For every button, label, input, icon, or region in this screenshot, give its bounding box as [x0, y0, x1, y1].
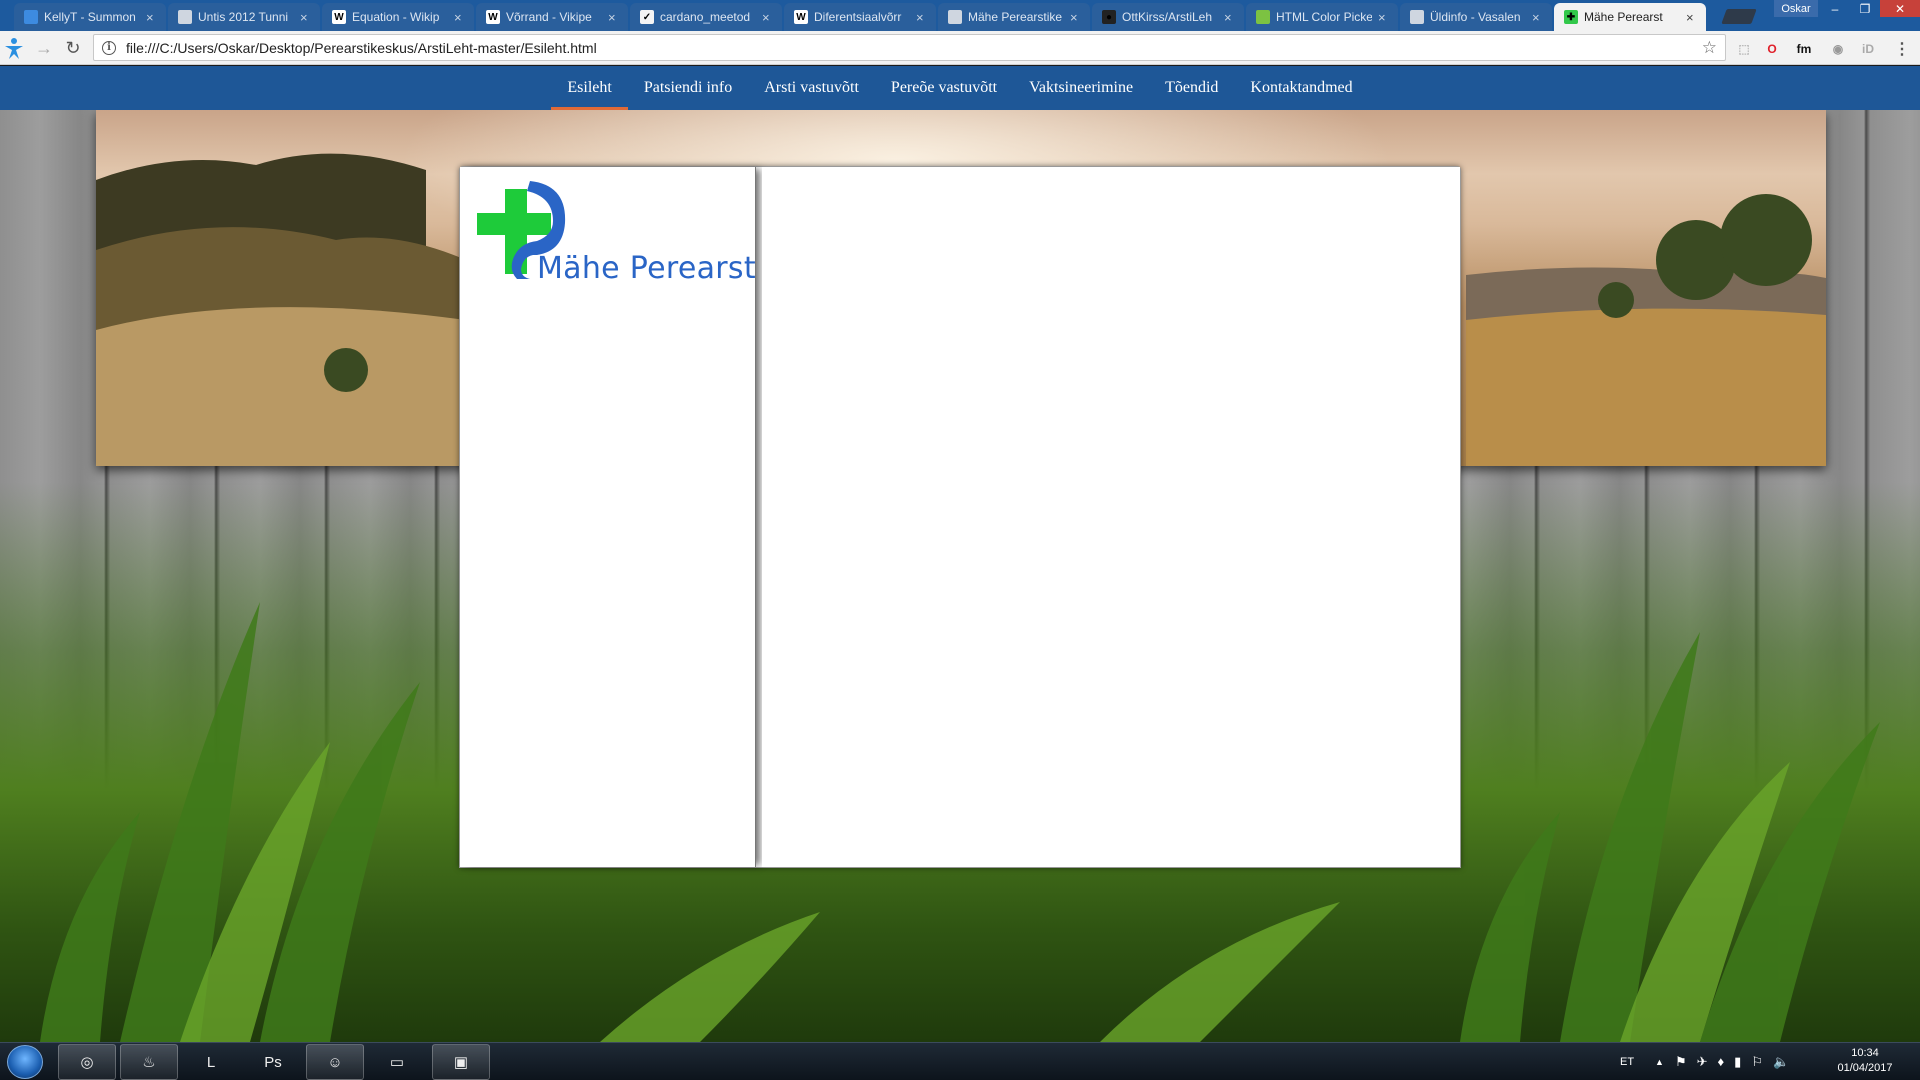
- tab-close-icon[interactable]: ×: [1532, 10, 1544, 25]
- profile-button[interactable]: Oskar: [1774, 0, 1818, 17]
- tab-close-icon[interactable]: ×: [762, 10, 774, 25]
- nav-link[interactable]: Patsiendi info: [628, 66, 748, 110]
- tab-favicon-icon: ✓: [640, 10, 654, 24]
- tab-favicon-icon: [948, 10, 962, 24]
- nav-link[interactable]: Tõendid: [1149, 66, 1234, 110]
- reload-button[interactable]: ↻: [61, 36, 85, 60]
- tab-close-icon[interactable]: ×: [916, 10, 928, 25]
- browser-tab[interactable]: Mähe Perearstike ×: [938, 3, 1090, 31]
- browser-tab[interactable]: W Võrrand - Vikipe ×: [476, 3, 628, 31]
- nav-link[interactable]: Esileht: [551, 66, 629, 110]
- tab-close-icon[interactable]: ×: [1686, 10, 1698, 25]
- tab-favicon-icon: [24, 10, 38, 24]
- nav-link[interactable]: Arsti vastuvõtt: [748, 66, 875, 110]
- tab-label: Üldinfo - Vasalen: [1430, 10, 1521, 24]
- info-icon[interactable]: i: [102, 40, 116, 55]
- tab-favicon-icon: [1410, 10, 1424, 24]
- restore-button[interactable]: ❐: [1850, 0, 1880, 17]
- clock-date: 01/04/2017: [1837, 1062, 1893, 1074]
- tab-favicon-icon: W: [794, 10, 808, 24]
- tab-label: Mähe Perearst: [1584, 10, 1663, 24]
- tab-favicon-icon: [178, 10, 192, 24]
- main-content-area: [762, 167, 1460, 867]
- address-url[interactable]: file:///C:/Users/Oskar/Desktop/Perearsti…: [126, 40, 1702, 56]
- browser-tab[interactable]: KellyT - Summon ×: [14, 3, 166, 31]
- logo-text: Mähe Perearst: [537, 251, 756, 286]
- chrome-icon[interactable]: ◎: [58, 1044, 116, 1080]
- minimize-button[interactable]: –: [1820, 0, 1850, 17]
- photoshop-icon[interactable]: Ps: [244, 1044, 302, 1080]
- tab-label: Untis 2012 Tunni: [198, 10, 289, 24]
- tab-close-icon[interactable]: ×: [300, 10, 312, 25]
- clinic-logo[interactable]: Mähe Perearst: [475, 179, 756, 286]
- browser-menu-icon[interactable]: ⋮: [1892, 39, 1912, 59]
- tab-close-icon[interactable]: ×: [146, 10, 158, 25]
- toolbar: → ↻ i file:///C:/Users/Oskar/Desktop/Per…: [0, 31, 1920, 65]
- tab-favicon-icon: [1256, 10, 1270, 24]
- id-icon[interactable]: iD: [1858, 39, 1878, 59]
- window-close-button[interactable]: ✕: [1880, 0, 1920, 17]
- tab-label: cardano_meetod: [660, 10, 751, 24]
- browser-tab[interactable]: Üldinfo - Vasalen ×: [1400, 3, 1552, 31]
- tab-close-icon[interactable]: ×: [454, 10, 466, 25]
- tab-strip: KellyT - Summon × Untis 2012 Tunni × W Equati…: [0, 0, 1920, 31]
- browser-tab[interactable]: ● OttKirss/ArstiLeh ×: [1092, 3, 1244, 31]
- tab-favicon-icon: ●: [1102, 10, 1116, 24]
- extension-puzzle-icon[interactable]: ⬚: [1734, 39, 1754, 59]
- tab-close-icon[interactable]: ×: [1378, 10, 1390, 25]
- control-panel-icon[interactable]: ▣: [432, 1044, 490, 1080]
- language-indicator[interactable]: ET: [1620, 1043, 1634, 1080]
- steam-icon[interactable]: ♨: [120, 1044, 178, 1080]
- tab-label: KellyT - Summon: [44, 10, 136, 24]
- windows-taskbar: ◎ ♨ L Ps ☺ ▭ ▣ ET ▲ ⚑✈♦▮⚐🔈 10:34 01/04/2017: [0, 1042, 1920, 1080]
- opera-icon[interactable]: O: [1762, 39, 1782, 59]
- tab-favicon-icon: W: [486, 10, 500, 24]
- tab-label: Diferentsiaalvõrr: [814, 10, 902, 24]
- tray-expand-icon[interactable]: ▲: [1655, 1043, 1664, 1080]
- tab-close-icon[interactable]: ×: [1070, 10, 1082, 25]
- tab-close-icon[interactable]: ×: [608, 10, 620, 25]
- clock-time: 10:34: [1851, 1047, 1879, 1059]
- nav-link[interactable]: Kontaktandmed: [1234, 66, 1368, 110]
- browser-tab[interactable]: W Equation - Wikip ×: [322, 3, 474, 31]
- new-tab-button[interactable]: [1721, 9, 1757, 24]
- tab-favicon-icon: W: [332, 10, 346, 24]
- league-icon[interactable]: L: [182, 1044, 240, 1080]
- nav-link[interactable]: Vaktsineerimine: [1013, 66, 1149, 110]
- tab-label: Mähe Perearstike: [968, 10, 1063, 24]
- tab-label: Võrrand - Vikipe: [506, 10, 592, 24]
- fm-icon[interactable]: fm: [1794, 39, 1814, 59]
- web-page: Esileht Patsiendi info Arsti vastuvõtt Pere…: [0, 66, 1920, 1042]
- nav-link[interactable]: Pereõe vastuvõtt: [875, 66, 1013, 110]
- site-navigation: Esileht Patsiendi info Arsti vastuvõtt Pere…: [0, 66, 1920, 110]
- app-person-icon[interactable]: [2, 36, 26, 60]
- address-bar[interactable]: i file:///C:/Users/Oskar/Desktop/Perears…: [93, 34, 1726, 61]
- sidebar-column: Mähe Perearst: [460, 167, 756, 867]
- tab-label: HTML Color Picke: [1276, 10, 1372, 24]
- browser-tab[interactable]: HTML Color Picke ×: [1246, 3, 1398, 31]
- tab-label: Equation - Wikip: [352, 10, 440, 24]
- file-explorer-icon[interactable]: ▭: [368, 1044, 426, 1080]
- browser-tab[interactable]: W Diferentsiaalvõrr ×: [784, 3, 936, 31]
- discord-icon[interactable]: ☺: [306, 1044, 364, 1080]
- tab-close-icon[interactable]: ×: [1224, 10, 1236, 25]
- content-panel: Mähe Perearst: [459, 166, 1461, 868]
- browser-tab[interactable]: ✓ cardano_meetod ×: [630, 3, 782, 31]
- browser-tab[interactable]: Untis 2012 Tunni ×: [168, 3, 320, 31]
- tray-icons: ⚑✈♦▮⚐🔈: [1675, 1054, 1800, 1069]
- start-button[interactable]: [7, 1045, 43, 1079]
- system-clock[interactable]: 10:34 01/04/2017: [1830, 1046, 1900, 1076]
- browser-tab[interactable]: ✚ Mähe Perearst ×: [1554, 3, 1706, 31]
- tab-favicon-icon: ✚: [1564, 10, 1578, 24]
- ghost-icon[interactable]: ◉: [1828, 39, 1848, 59]
- back-button[interactable]: →: [32, 36, 56, 60]
- tab-label: OttKirss/ArstiLeh: [1122, 10, 1213, 24]
- bookmark-star-icon[interactable]: ☆: [1702, 38, 1717, 58]
